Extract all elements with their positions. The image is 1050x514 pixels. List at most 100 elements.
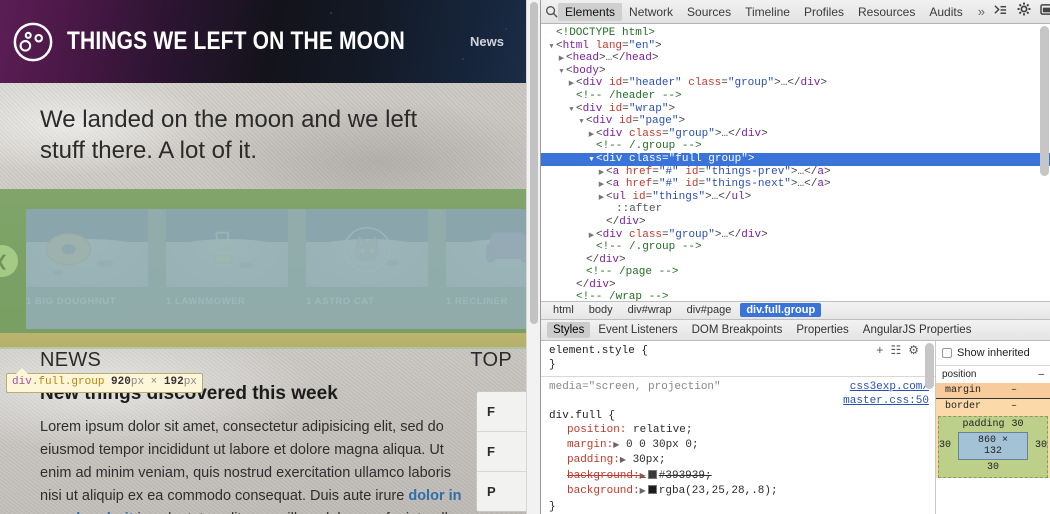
rule-selector[interactable]: div.full { — [549, 409, 929, 424]
sidebar-tab-styles[interactable]: Styles — [547, 321, 591, 338]
declaration-name[interactable]: background: — [567, 470, 640, 482]
rule-source-file[interactable]: css3exp.com/ — [843, 380, 929, 395]
styles-scrollbar-thumb[interactable] — [925, 342, 934, 389]
styles-pane[interactable]: element.style {} + ☷ ⚙ media="screen, projec… — [541, 340, 935, 514]
declaration-name[interactable]: padding: — [567, 454, 620, 466]
dom-node[interactable]: <!-- /.group --> — [541, 140, 1050, 153]
css-rule[interactable]: element.style {} + ☷ ⚙ — [541, 341, 935, 377]
dom-node[interactable]: ▼ <html lang="en"> — [541, 40, 1050, 53]
declaration-name[interactable]: margin: — [567, 439, 613, 451]
dom-node[interactable]: ▶ <head>…</head> — [541, 52, 1050, 65]
declaration-value[interactable]: rgba(23,25,28,.8); — [659, 485, 778, 497]
breadcrumb-item[interactable]: div#wrap — [622, 303, 678, 317]
list-item[interactable]: P — [477, 472, 526, 511]
search-icon[interactable] — [545, 5, 558, 18]
gear-icon[interactable] — [1017, 2, 1031, 21]
add-rule-icon[interactable]: + — [876, 344, 883, 359]
rule-source[interactable]: css3exp.com/master.css:50 — [843, 380, 929, 409]
css-declaration[interactable]: padding:▶ 30px; — [549, 453, 929, 469]
dom-node[interactable]: ▶ <div id="header" class="group">…</div> — [541, 77, 1050, 90]
twisty-closed-icon[interactable]: ▶ — [597, 179, 606, 192]
dom-node[interactable]: </div> — [541, 216, 1050, 229]
site-nav[interactable]: News — [470, 34, 504, 49]
breadcrumb-item[interactable]: body — [583, 303, 619, 317]
devtools-tab-network[interactable]: Network — [622, 3, 680, 21]
expand-triangle-icon[interactable]: ▶ — [640, 487, 646, 496]
twisty-open-icon[interactable]: ▼ — [547, 41, 556, 54]
show-inherited-row[interactable]: Show inherited — [936, 341, 1050, 366]
declaration-value[interactable]: 0 0 30px 0; — [619, 439, 699, 451]
devtools-tab-elements[interactable]: Elements — [558, 2, 623, 21]
dom-node[interactable]: </div> — [541, 279, 1050, 292]
sidebar-tabs[interactable]: Styles Event Listeners DOM Breakpoints Prop… — [541, 319, 1050, 341]
devtools-tab-resources[interactable]: Resources — [851, 3, 922, 21]
devtools-tab-timeline[interactable]: Timeline — [738, 3, 797, 21]
carousel-item[interactable]: 1 RECLINER — [446, 209, 526, 313]
carousel-prev-button[interactable]: ❮ — [0, 245, 18, 277]
css-rule[interactable]: media="screen, projection" css3exp.com/ma… — [541, 377, 935, 514]
carousel-item[interactable]: 1 BIG DOUGHNUT — [26, 209, 148, 313]
twisty-closed-icon[interactable]: ▶ — [557, 53, 566, 66]
sidebar-tab-angularjs-properties[interactable]: AngularJS Properties — [857, 322, 978, 338]
carousel-item[interactable]: 1 LAWNMOWER — [166, 209, 288, 313]
devtools-tab-sources[interactable]: Sources — [680, 3, 738, 21]
twisty-open-icon[interactable]: ▼ — [577, 116, 586, 129]
element-state-icon[interactable]: ☷ — [890, 344, 901, 359]
dom-tree[interactable]: <!DOCTYPE html> ▼ <html lang="en"> ▶ <head>…… — [541, 24, 1050, 301]
twisty-open-icon[interactable]: ▼ — [557, 66, 566, 79]
rule-source-line[interactable]: master.css:50 — [843, 394, 929, 409]
list-item[interactable]: F — [477, 432, 526, 472]
dom-scrollbar-thumb[interactable] — [1040, 26, 1049, 176]
metrics-padding-right[interactable]: 30 — [1035, 440, 1047, 451]
css-declaration[interactable]: position: relative; — [549, 423, 929, 438]
sidebar-tab-dom-breakpoints[interactable]: DOM Breakpoints — [686, 322, 789, 338]
dom-node[interactable]: <!DOCTYPE html> — [541, 27, 1050, 40]
twisty-open-icon[interactable]: ▼ — [587, 154, 596, 167]
metrics-padding-top[interactable]: 30 — [1012, 419, 1024, 430]
dom-node[interactable]: ::after — [541, 203, 1050, 216]
twisty-closed-icon[interactable]: ▶ — [597, 192, 606, 205]
expand-triangle-icon[interactable]: ▶ — [640, 472, 646, 481]
page-scrollbar-thumb[interactable] — [530, 2, 538, 324]
declaration-name[interactable]: background: — [567, 485, 640, 497]
dom-node[interactable]: ▶ <a href="#" id="things-prev">…</a> — [541, 166, 1050, 179]
devtools-tab-profiles[interactable]: Profiles — [797, 3, 851, 21]
css-declaration[interactable]: background:▶ rgba(23,25,28,.8); — [549, 484, 929, 500]
color-swatch[interactable] — [647, 469, 657, 479]
nav-item-news[interactable]: News — [470, 34, 504, 49]
dom-node[interactable]: ▼ <body> — [541, 65, 1050, 78]
dom-node-selected[interactable]: ▼ <div class="full group"> — [541, 152, 1050, 167]
dom-node[interactable]: <!-- /wrap --> — [541, 291, 1050, 300]
list-item[interactable]: F — [477, 392, 526, 432]
dom-node[interactable]: ▶ <div class="group">…</div> — [541, 128, 1050, 141]
console-drawer-icon[interactable] — [993, 3, 1008, 21]
show-inherited-checkbox[interactable] — [942, 347, 952, 358]
css-declaration[interactable]: background:▶ #393939; — [549, 469, 929, 485]
metrics-border-value[interactable]: – — [1011, 401, 1045, 412]
breadcrumb[interactable]: html body div#wrap div#page div.full.group — [541, 300, 1050, 320]
dom-node[interactable]: <!-- /.group --> — [541, 241, 1050, 254]
dom-node[interactable]: ▶ <a href="#" id="things-next">…</a> — [541, 178, 1050, 191]
color-swatch[interactable] — [647, 485, 657, 495]
dom-node[interactable]: ▼ <div id="wrap"> — [541, 103, 1050, 116]
devtools-tab-audits[interactable]: Audits — [922, 3, 969, 21]
devtools-tabs[interactable]: Elements Network Sources Timeline Profiles Re… — [558, 0, 970, 23]
declaration-value[interactable]: #393939; — [659, 470, 712, 482]
dom-node[interactable]: ▼ <div id="page"> — [541, 115, 1050, 128]
page-scrollbar[interactable] — [526, 0, 540, 514]
dom-node[interactable]: <!-- /header --> — [541, 90, 1050, 103]
metrics-content-size[interactable]: 860 × 132 — [958, 431, 1028, 460]
dom-node[interactable]: <!-- /page --> — [541, 266, 1050, 279]
settings-icon[interactable]: ⚙ — [908, 344, 919, 359]
breadcrumb-item[interactable]: div#page — [681, 303, 738, 317]
tabs-overflow-button[interactable]: » — [970, 4, 993, 19]
declaration-value[interactable]: relative; — [626, 424, 692, 436]
dock-icon[interactable] — [1040, 3, 1050, 21]
metrics-position-value[interactable]: – — [1038, 369, 1044, 380]
twisty-open-icon[interactable]: ▼ — [567, 104, 576, 117]
dom-node[interactable]: </div> — [541, 254, 1050, 267]
css-declaration[interactable]: margin:▶ 0 0 30px 0; — [549, 438, 929, 454]
sidebar-tab-event-listeners[interactable]: Event Listeners — [592, 322, 683, 338]
dom-node[interactable]: ▶ <ul id="things">…</ul> — [541, 191, 1050, 204]
breadcrumb-item[interactable]: html — [547, 303, 580, 317]
